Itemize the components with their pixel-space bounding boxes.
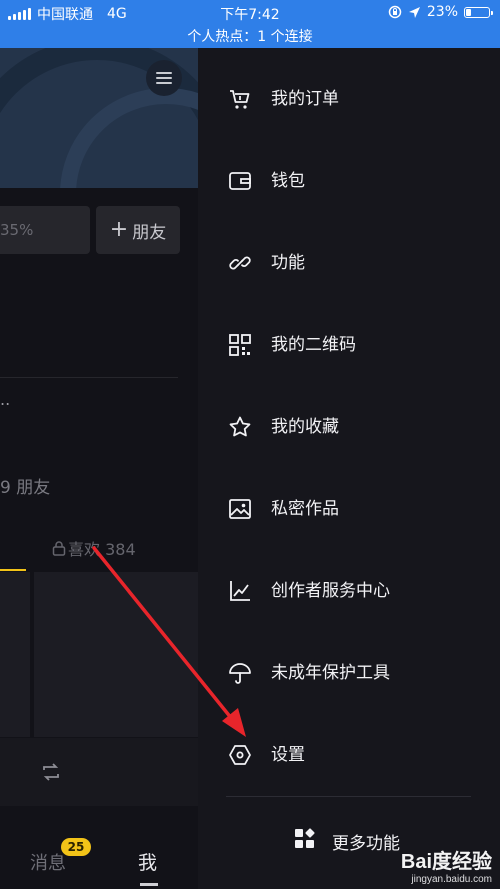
add-friend-label: 朋友 [132,222,167,243]
more-features-label: 更多功能 [332,834,400,854]
baidu-watermark: Bai度经验 jingyan.baidu.com [401,845,492,885]
image-icon [228,497,252,521]
friends-count[interactable]: 9 朋友 [0,473,50,498]
drawer-item-label: 我的二维码 [271,335,356,355]
network-label: 4G [107,6,127,22]
drawer-item-wallet[interactable]: 钱包 [198,140,500,222]
divider [0,377,178,378]
tab-messages[interactable]: 消息 [30,849,66,875]
hexagon-icon [228,743,252,767]
drawer-item-label: 钱包 [271,171,305,191]
side-drawer: 我的订单 钱包 功能 我的二维码 我的收藏 私密作品 创作者服务中心 未成年保护… [198,48,500,889]
divider [226,796,471,797]
hotspot-banner[interactable]: 个人热点：1 个连接 [0,26,500,46]
drawer-item-qr-code[interactable]: 我的二维码 [198,304,500,386]
hamburger-menu-button[interactable] [146,60,182,96]
drawer-item-minor-protection[interactable]: 未成年保护工具 [198,632,500,714]
umbrella-icon [228,661,252,685]
link-icon [228,251,252,275]
watermark-url: jingyan.baidu.com [411,874,492,885]
battery-percent: 23% [426,4,458,20]
profile-stat-box[interactable]: 35% [0,206,90,254]
drawer-item-label: 设置 [271,745,305,765]
tab-likes[interactable]: 喜欢 384 [52,536,136,560]
tab-me[interactable]: 我 [138,848,157,875]
watermark-logo: Bai度经验 [400,851,492,873]
bio-ellipsis: .. [0,390,11,409]
rotation-lock-icon [388,5,402,19]
drawer-item-label: 功能 [271,253,305,273]
tab-likes-label: 喜欢 384 [68,540,136,559]
drawer-item-orders[interactable]: 我的订单 [198,58,500,140]
clock: 下午7:42 [220,7,280,23]
drawer-item-favorites[interactable]: 我的收藏 [198,386,500,468]
battery-icon [464,6,493,18]
drawer-item-private-works[interactable]: 私密作品 [198,468,500,550]
profile-page: 35% + 朋友 .. 9 朋友 喜欢 384 消息 25 我 [0,48,198,889]
chart-icon [228,579,252,603]
signal-icon [8,8,31,20]
carrier-label: 中国联通 [37,7,93,23]
location-icon [408,6,420,18]
tab-active-indicator [0,569,26,571]
drawer-item-creator-center[interactable]: 创作者服务中心 [198,550,500,632]
bottom-strip [0,738,198,806]
video-thumbnail[interactable] [0,572,30,737]
add-friend-button[interactable]: + 朋友 [96,206,180,254]
video-thumbnail[interactable] [34,572,198,737]
star-icon [228,415,252,439]
drawer-item-settings[interactable]: 设置 [198,714,500,796]
drawer-item-label: 创作者服务中心 [271,581,390,601]
drawer-item-label: 我的订单 [271,89,339,109]
drawer-item-label: 未成年保护工具 [271,663,390,683]
grid-icon [294,828,316,855]
more-features-button[interactable]: 更多功能 [294,828,400,855]
lock-icon [52,541,66,556]
qr-code-icon [228,333,252,357]
tab-me-indicator [140,883,158,886]
messages-badge: 25 [61,838,91,856]
refresh-icon[interactable] [40,762,62,787]
bottom-tab-bar [0,806,198,889]
drawer-item-features[interactable]: 功能 [198,222,500,304]
profile-stat-text: 35% [0,221,34,239]
plus-icon: + [109,217,129,242]
drawer-item-label: 私密作品 [271,499,339,519]
status-bar: 中国联通 4G 下午7:42 23% 个人热点：1 个连接 [0,0,500,48]
drawer-item-label: 我的收藏 [271,417,339,437]
cart-icon [228,87,252,111]
wallet-icon [228,169,252,193]
